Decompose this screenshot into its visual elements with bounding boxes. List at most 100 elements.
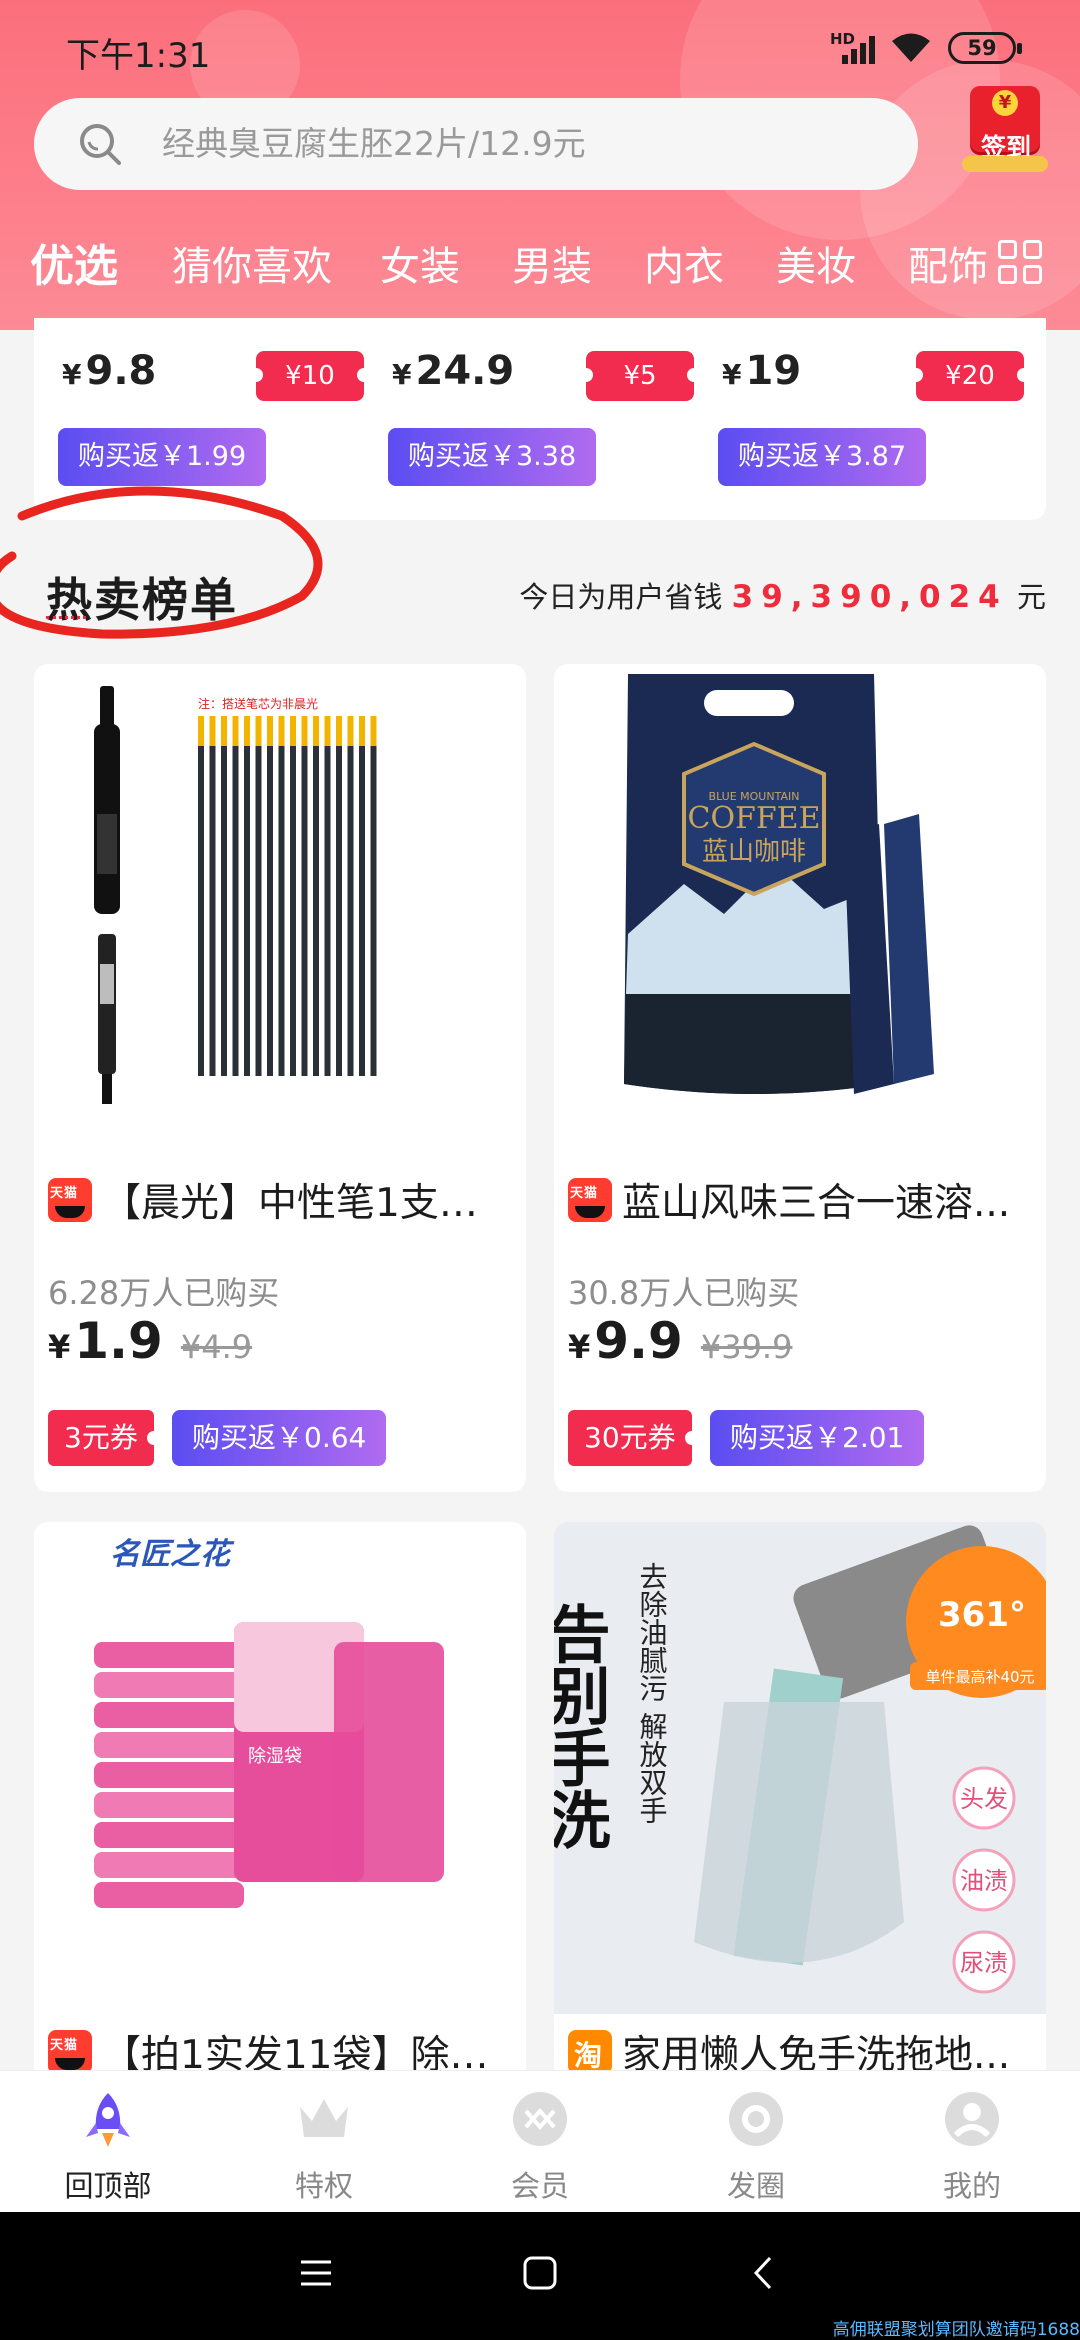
price-row: ¥9.9 ¥39.9 — [568, 1312, 792, 1370]
tab-underwear[interactable]: 内衣 — [644, 232, 724, 302]
product-title-row: 【晨光】中性笔1支+... — [48, 1172, 514, 1228]
home-icon[interactable] — [515, 2248, 565, 2298]
search-bar[interactable]: 经典臭豆腐生胚22片/12.9元 — [34, 98, 918, 190]
current-price: ¥9.9 — [568, 1312, 683, 1370]
menu-icon[interactable] — [291, 2248, 341, 2298]
rebate-badge: 购买返￥2.01 — [710, 1410, 925, 1466]
coupon-badge[interactable]: 3元券 — [48, 1410, 161, 1466]
header: 下午1:31 HD 59 经典臭豆腐生胚22片/12.9元 签到 优选 猜你喜欢… — [0, 0, 1080, 330]
original-price: ¥39.9 — [700, 1328, 793, 1366]
savings-banner: 今日为用户省钱 39,390,024 元 — [519, 574, 1046, 616]
refill-body — [370, 746, 377, 1076]
tmall-icon — [48, 1178, 92, 1222]
mop-image-sub1: 去除油腻污 — [636, 1562, 669, 1702]
status-time: 下午1:31 — [66, 36, 211, 76]
refill-tip — [290, 716, 296, 746]
product-image: 名匠之花 除湿袋 — [34, 1522, 526, 2014]
coffee-bag-image: BLUE MOUNTAIN COFFEE 蓝山咖啡 — [624, 674, 934, 1094]
bag-stack-item — [94, 1852, 244, 1878]
coupon-tag: ¥5 — [579, 351, 701, 401]
refill-tip — [347, 716, 354, 746]
hot-title-decoration — [46, 616, 86, 620]
dehumidifier-image: 名匠之花 除湿袋 — [94, 1537, 444, 1908]
bag-stack-item — [94, 1882, 244, 1908]
rocket-icon — [86, 2093, 130, 2147]
svg-text:尿渍: 尿渍 — [960, 1949, 1008, 1977]
refill-tip — [267, 716, 273, 746]
nav-mine[interactable]: 我的 — [864, 2071, 1080, 2213]
signin-button[interactable]: 签到 — [958, 84, 1054, 184]
battery-level: 59 — [967, 36, 997, 60]
refill-tip — [232, 716, 239, 746]
tab-beauty[interactable]: 美妆 — [776, 232, 856, 302]
savings-suffix: 元 — [1016, 580, 1046, 614]
svg-text:头发: 头发 — [960, 1785, 1008, 1813]
nav-back-to-top[interactable]: 回顶部 — [0, 2071, 216, 2213]
mop-image-badge: 361° — [938, 1595, 1026, 1635]
product-price: ¥24.9 — [392, 348, 515, 394]
bag-stack-item — [94, 1762, 244, 1788]
rebate-badge: 购买返￥3.38 — [388, 428, 597, 486]
bag-stack-item — [94, 1792, 244, 1818]
category-tabs: 优选 猜你喜欢 女装 男装 内衣 美妆 配饰 — [0, 232, 1000, 302]
search-input[interactable]: 经典臭豆腐生胚22片/12.9元 — [162, 120, 586, 168]
bag-stack-item — [94, 1732, 244, 1758]
tab-youxuan[interactable]: 优选 — [30, 232, 118, 302]
product-title: 蓝山风味三合一速溶... — [622, 1181, 1011, 1226]
refill-tip — [336, 716, 342, 746]
product-card[interactable]: 名匠之花 除湿袋 【拍1实发11袋】除湿... — [34, 1522, 526, 2142]
app-root: { "status": {"time": "下午1:31", "network"… — [0, 0, 1080, 2340]
tab-women[interactable]: 女装 — [380, 232, 460, 302]
refill-body — [209, 746, 216, 1076]
back-icon[interactable] — [740, 2248, 790, 2298]
refill-body — [336, 746, 342, 1076]
refill-tip — [221, 716, 227, 746]
brand-image-text: 名匠之花 — [110, 1537, 235, 1572]
member-icon — [513, 2092, 567, 2146]
search-icon — [80, 124, 121, 165]
product-image: BLUE MOUNTAIN COFFEE 蓝山咖啡 — [554, 664, 1046, 1152]
nav-member[interactable]: 会员 — [432, 2071, 648, 2213]
coupon-tag: ¥10 — [249, 351, 371, 401]
coupon-badge[interactable]: 30元券 — [568, 1410, 699, 1466]
tab-guess-like[interactable]: 猜你喜欢 — [172, 232, 332, 302]
coffee-image-text: COFFEE — [688, 801, 821, 836]
nav-label: 我的 — [942, 2169, 1001, 2203]
current-price: ¥1.9 — [48, 1312, 163, 1370]
refill-body — [221, 746, 227, 1076]
tab-accessories[interactable]: 配饰 — [908, 232, 988, 302]
bag-stack-item — [94, 1702, 244, 1728]
bag-stack-item — [94, 1672, 244, 1698]
product-image: 告别手洗 去除油腻污 解放双手 361° 单件最高补40元 头发 油渍 尿渍 — [554, 1522, 1046, 2014]
battery-icon: 59 — [948, 32, 1022, 64]
top-product-card[interactable]: ¥24.9 ¥5 购买返￥3.38 — [364, 318, 701, 520]
refill-body — [359, 746, 365, 1076]
tmall-icon — [48, 2030, 92, 2074]
nav-label: 会员 — [510, 2169, 569, 2203]
product-price: ¥19 — [722, 348, 802, 394]
mop-image-tags: 头发 油渍 尿渍 — [952, 1766, 1016, 1994]
nav-privilege[interactable]: 特权 — [216, 2071, 432, 2213]
savings-prefix: 今日为用户省钱 — [519, 580, 723, 614]
tab-men[interactable]: 男装 — [512, 232, 592, 302]
refill-body — [324, 746, 331, 1076]
pen-image-note: 注：搭送笔芯为非晨光 — [198, 696, 318, 711]
sold-count: 30.8万人已购买 — [568, 1274, 800, 1312]
bottom-nav: 回顶部 特权 会员 发圈 我的 — [0, 2070, 1080, 2212]
category-grid-icon[interactable] — [998, 240, 1044, 286]
refill-tip — [244, 716, 250, 746]
product-card[interactable]: 注：搭送笔芯为非晨光 【晨光】中性笔1支+... 6.28万人已购买 ¥1.9¥… — [34, 664, 526, 1492]
product-card[interactable]: 告别手洗 去除油腻污 解放双手 361° 单件最高补40元 头发 油渍 尿渍 家… — [554, 1522, 1046, 2142]
signal-icon — [842, 36, 878, 64]
product-title: 【晨光】中性笔1支+... — [102, 1181, 502, 1226]
bag-image-label: 除湿袋 — [248, 1746, 302, 1767]
wifi-icon — [892, 33, 930, 62]
product-card[interactable]: BLUE MOUNTAIN COFFEE 蓝山咖啡 蓝山风味三合一速溶... 3… — [554, 664, 1046, 1492]
user-icon — [945, 2092, 999, 2146]
nav-label: 发圈 — [726, 2169, 785, 2203]
crown-icon — [300, 2099, 348, 2137]
nav-share-circle[interactable]: 发圈 — [648, 2071, 864, 2213]
coins-icon — [962, 156, 1048, 172]
refill-body — [313, 746, 319, 1076]
top-product-card[interactable]: ¥19 ¥20 购买返￥3.87 — [694, 318, 1031, 520]
